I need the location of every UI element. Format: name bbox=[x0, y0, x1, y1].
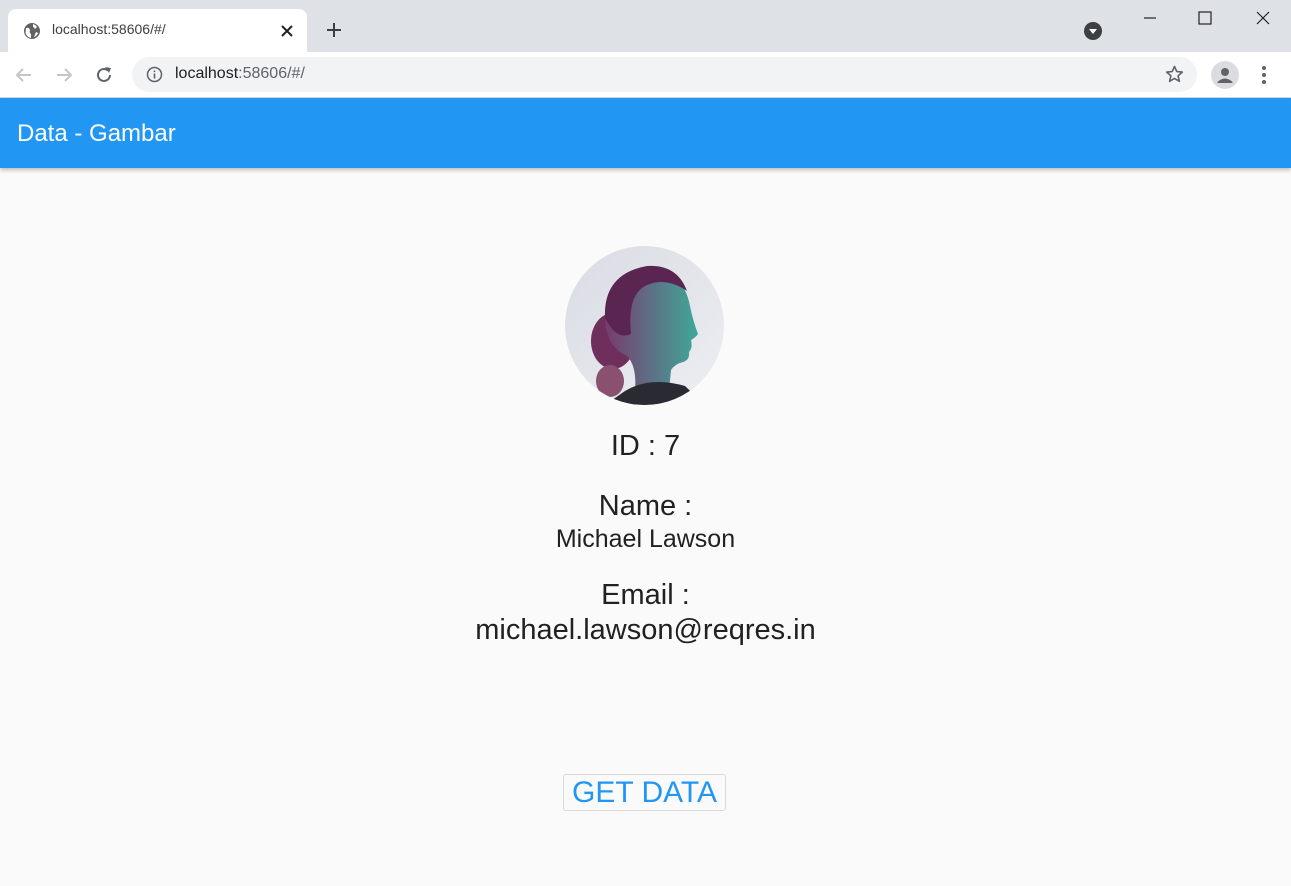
name-label: Name : bbox=[598, 490, 693, 522]
tab-title: localhost:58606/#/ bbox=[52, 21, 166, 37]
globe-icon bbox=[24, 23, 40, 39]
browser-toolbar: localhost:58606/#/ bbox=[0, 52, 1291, 98]
browser-tab-strip: localhost:58606/#/ bbox=[0, 0, 1291, 52]
minimize-icon[interactable] bbox=[1140, 8, 1160, 28]
page-title: Data - Gambar bbox=[17, 120, 176, 147]
url-text: localhost:58606/#/ bbox=[175, 65, 305, 83]
close-tab-icon[interactable] bbox=[278, 22, 296, 40]
forward-arrow-icon[interactable] bbox=[53, 64, 75, 86]
back-arrow-icon[interactable] bbox=[13, 64, 35, 86]
info-icon[interactable] bbox=[146, 66, 163, 83]
window-close-icon[interactable] bbox=[1253, 8, 1273, 28]
address-bar[interactable]: localhost:58606/#/ bbox=[132, 57, 1197, 92]
new-tab-icon[interactable] bbox=[324, 20, 344, 40]
get-data-button[interactable]: GET DATA bbox=[563, 774, 726, 811]
tab-search-icon[interactable] bbox=[1084, 22, 1102, 40]
avatar bbox=[565, 246, 724, 405]
more-vert-icon[interactable] bbox=[1254, 63, 1274, 87]
email-value: michael.lawson@reqres.in bbox=[475, 614, 816, 646]
app-bar: Data - Gambar bbox=[0, 98, 1291, 168]
email-label: Email : bbox=[601, 579, 690, 611]
bookmark-star-icon[interactable] bbox=[1164, 64, 1185, 85]
profile-icon[interactable] bbox=[1211, 61, 1239, 89]
user-id: ID : 7 bbox=[610, 430, 681, 462]
url-path: :58606/#/ bbox=[238, 65, 305, 82]
maximize-icon[interactable] bbox=[1195, 8, 1215, 28]
reload-icon[interactable] bbox=[93, 64, 115, 86]
browser-tab[interactable]: localhost:58606/#/ bbox=[8, 9, 307, 52]
avatar-image bbox=[565, 246, 724, 405]
url-host: localhost bbox=[175, 65, 239, 82]
name-value: Michael Lawson bbox=[555, 525, 736, 553]
